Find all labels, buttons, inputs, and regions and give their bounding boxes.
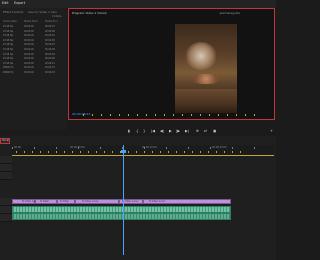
project-row-cell[interactable]: 00:00:00 (24, 48, 34, 51)
clip-label: fx Video 1.mov (122, 200, 139, 203)
track-header-a1[interactable] (0, 206, 12, 214)
ruler-label: 00:00:15:00 (212, 146, 227, 149)
mark-out-button[interactable]: } (143, 129, 145, 133)
ruler-label: 00:00:10:00 (142, 146, 157, 149)
subject-figure (185, 42, 217, 70)
project-row-cell[interactable]: 00:00:12 (45, 25, 55, 28)
project-row-cell[interactable]: 00:00:07 (45, 43, 55, 46)
track-header-v-clips[interactable] (0, 198, 12, 206)
audio-clip-a1[interactable] (12, 206, 231, 213)
project-row-cell[interactable]: 23.98 fps (3, 25, 13, 28)
project-row-cell[interactable]: 00:00:09 (45, 48, 55, 51)
sequence-tab-label: Vocal (2, 139, 9, 142)
project-row-cell[interactable]: 00:00:10 (45, 34, 55, 37)
column-media-start[interactable]: Media Start (24, 20, 38, 23)
project-row-cell[interactable]: 00:00:03 (45, 71, 55, 74)
project-row-cell[interactable]: 00:00:05 (45, 39, 55, 42)
clip-label: fx Video (60, 200, 69, 203)
watermark-brand: premiereguide (219, 11, 240, 15)
project-row-cell[interactable]: 00:00:08 (45, 30, 55, 33)
sequence-tab[interactable]: Vocal (0, 138, 10, 144)
ruler-label: 00:00:05:00 (70, 146, 85, 149)
video-clip[interactable]: fx Video 1.mov (12, 199, 38, 204)
tab-effect-controls[interactable]: Effect Controls (3, 10, 24, 14)
clip-label: fx Video 1.mov (82, 200, 99, 203)
project-row-cell[interactable]: 00:00:00 (24, 39, 34, 42)
project-row-cell[interactable]: 00:00:04 (45, 53, 55, 56)
monitor-time-ruler[interactable] (83, 114, 262, 116)
project-row-cell[interactable]: 23.98 fps (3, 39, 13, 42)
button-editor-plus[interactable]: + (270, 129, 273, 133)
project-row-cell[interactable]: 23.98 fps (3, 53, 13, 56)
project-row-cell[interactable]: 23.98 fps (3, 43, 13, 46)
monitor-title[interactable]: Program: Video 1 (Vocal) (72, 11, 107, 15)
project-row-cell[interactable]: 00:00:00 (24, 62, 34, 65)
go-to-in-button[interactable]: |◀ (151, 129, 155, 133)
export-frame-button[interactable]: ▣ (213, 129, 216, 133)
track-header-v1[interactable] (0, 172, 12, 180)
project-row-cell[interactable]: 00:00:00 (24, 25, 34, 28)
project-row-cell[interactable]: 00:00:13 (45, 66, 55, 69)
step-forward-button[interactable]: |▶ (176, 129, 180, 133)
project-row-cell[interactable]: 00:00:00 (24, 43, 34, 46)
ruler-markers (16, 151, 244, 153)
subject-hands (193, 74, 219, 84)
track-header-v2[interactable] (0, 164, 12, 172)
project-row-cell[interactable]: 23.98 fps (3, 62, 13, 65)
tab-source[interactable]: Source: Video 1.mov (28, 10, 57, 14)
video-clip[interactable]: fx Video (35, 199, 57, 204)
work-area-bar[interactable] (12, 155, 274, 156)
project-row-cell[interactable]: 48000 Hz (3, 66, 13, 69)
audio-clip-a2[interactable] (12, 213, 231, 220)
project-row-cell[interactable]: 00:00:00 (24, 66, 34, 69)
project-row-cell[interactable]: 00:00:06 (45, 57, 55, 60)
project-row-cell[interactable]: 23.98 fps (3, 48, 13, 51)
project-row-cell[interactable]: 00:00:00 (24, 71, 34, 74)
video-clip[interactable]: fx Video (57, 199, 75, 204)
step-back-button[interactable]: ◀| (160, 129, 164, 133)
go-to-out-button[interactable]: ▶| (185, 129, 189, 133)
column-media-end[interactable]: Media End (45, 20, 57, 23)
playhead-line[interactable] (123, 145, 124, 255)
project-row-cell[interactable]: 00:00:00 (24, 57, 34, 60)
foreground-table (175, 89, 237, 113)
project-row-cell[interactable]: 00:00:11 (45, 62, 55, 65)
project-row-cell[interactable]: 23.98 fps (3, 57, 13, 60)
overwrite-button[interactable]: ⇄ (204, 129, 207, 133)
insert-button[interactable]: ⊕ (196, 129, 199, 133)
tab-export[interactable]: Export (14, 1, 25, 5)
project-row-cell[interactable]: 00:00:00 (24, 53, 34, 56)
track-header-a2[interactable] (0, 214, 12, 222)
mark-in-button[interactable]: { (136, 129, 138, 133)
play-button[interactable]: ▶ (169, 129, 172, 133)
timeline-panel: Vocal 00:00 00:00:05:00 00:00:10:00 00:0… (0, 136, 276, 260)
video-clip[interactable]: fx Video 1.mov (75, 199, 119, 204)
track-header-v3[interactable] (0, 156, 12, 164)
project-row-cell[interactable]: 00:00:00 (24, 30, 34, 33)
column-frame-rate[interactable]: Frame Rate (3, 20, 17, 23)
project-row-cell[interactable]: 23.98 fps (3, 30, 13, 33)
project-row-cell[interactable]: 23.98 fps (3, 34, 13, 37)
item-count: 11 items (52, 15, 62, 18)
clip-label: fx Video (40, 200, 49, 203)
project-row-cell[interactable]: 48000 Hz (3, 71, 13, 74)
ruler-label: 00:00 (14, 146, 21, 149)
program-monitor: Program: Video 1 (Vocal) premiereguide 0… (68, 8, 275, 120)
video-preview[interactable] (175, 24, 237, 113)
project-row-cell[interactable]: 00:00:00 (24, 34, 34, 37)
project-panel: Effect Controls Source: Video 1.mov 11 i… (0, 8, 67, 130)
add-marker-button[interactable]: ▮ (128, 129, 130, 133)
transport-controls: ▮ { } |◀ ◀| ▶ |▶ ▶| ⊕ ⇄ ▣ + (120, 129, 276, 135)
tab-edit[interactable]: Edit (2, 1, 9, 5)
video-clip[interactable]: fx Video 1.mov (143, 199, 231, 204)
clip-label: fx Video 1.mov (149, 200, 166, 203)
